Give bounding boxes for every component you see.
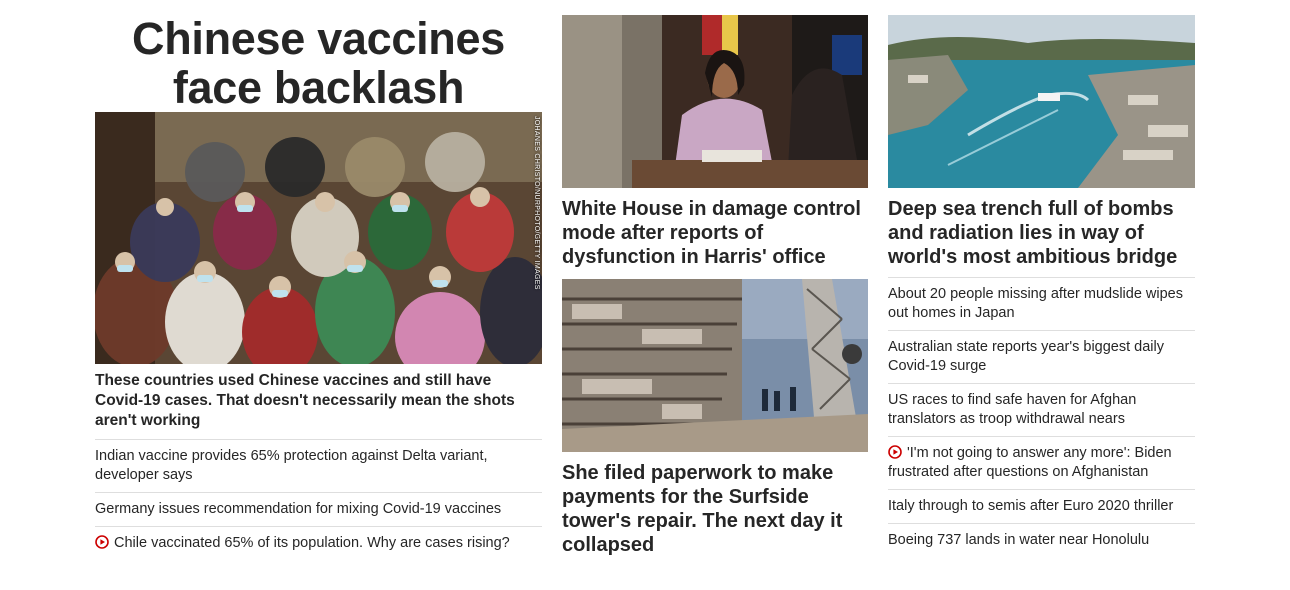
lead-headline[interactable]: These countries used Chinese vaccines an… [95,371,542,431]
story-headline[interactable]: She filed paperwork to make payments for… [562,461,868,557]
list-item[interactable]: Boeing 737 lands in water near Honolulu [888,523,1195,557]
middle-zone: White House in damage control mode after… [562,0,868,557]
link-text[interactable]: Australian state reports year's biggest … [888,339,1164,374]
link-text[interactable]: Germany issues recommendation for mixing… [95,501,501,517]
harris-image[interactable] [562,15,868,188]
banner-title[interactable]: Chinese vaccines face backlash [95,14,542,112]
list-item[interactable]: Italy through to semis after Euro 2020 t… [888,489,1195,523]
list-item[interactable]: US races to find safe haven for Afghan t… [888,383,1195,436]
sea-bridge-image[interactable] [888,15,1195,188]
story-headline[interactable]: Deep sea trench full of bombs and radiat… [888,197,1195,269]
vaccine-crowd-image[interactable]: JOHANES CHRISTO/NURPHOTO/GETTY IMAGES [95,112,542,364]
link-text[interactable]: About 20 people missing after mudslide w… [888,286,1183,321]
vaccine-links-list: Indian vaccine provides 65% protection a… [95,439,542,560]
list-item[interactable]: 'I'm not going to answer any more': Bide… [888,436,1195,489]
play-circle-icon [95,535,109,549]
vaccine-zone: Chinese vaccines face backlash JOHANES C… [95,0,542,560]
link-text[interactable]: Italy through to semis after Euro 2020 t… [888,498,1173,514]
play-circle-icon [888,445,902,459]
news-links-list: About 20 people missing after mudslide w… [888,277,1195,557]
list-item[interactable]: Germany issues recommendation for mixing… [95,492,542,526]
link-text[interactable]: Indian vaccine provides 65% protection a… [95,448,488,483]
photo-credit: JOHANES CHRISTO/NURPHOTO/GETTY IMAGES [533,116,540,290]
list-item[interactable]: Australian state reports year's biggest … [888,330,1195,383]
surfside-image[interactable] [562,279,868,452]
story-headline[interactable]: White House in damage control mode after… [562,197,868,269]
list-item[interactable]: About 20 people missing after mudslide w… [888,277,1195,330]
right-zone: Deep sea trench full of bombs and radiat… [888,0,1195,557]
list-item[interactable]: Indian vaccine provides 65% protection a… [95,439,542,492]
link-text[interactable]: Chile vaccinated 65% of its population. … [114,535,510,551]
link-text[interactable]: US races to find safe haven for Afghan t… [888,392,1136,427]
link-text[interactable]: 'I'm not going to answer any more': Bide… [888,445,1172,480]
link-text[interactable]: Boeing 737 lands in water near Honolulu [888,532,1149,548]
list-item[interactable]: Chile vaccinated 65% of its population. … [95,526,542,560]
